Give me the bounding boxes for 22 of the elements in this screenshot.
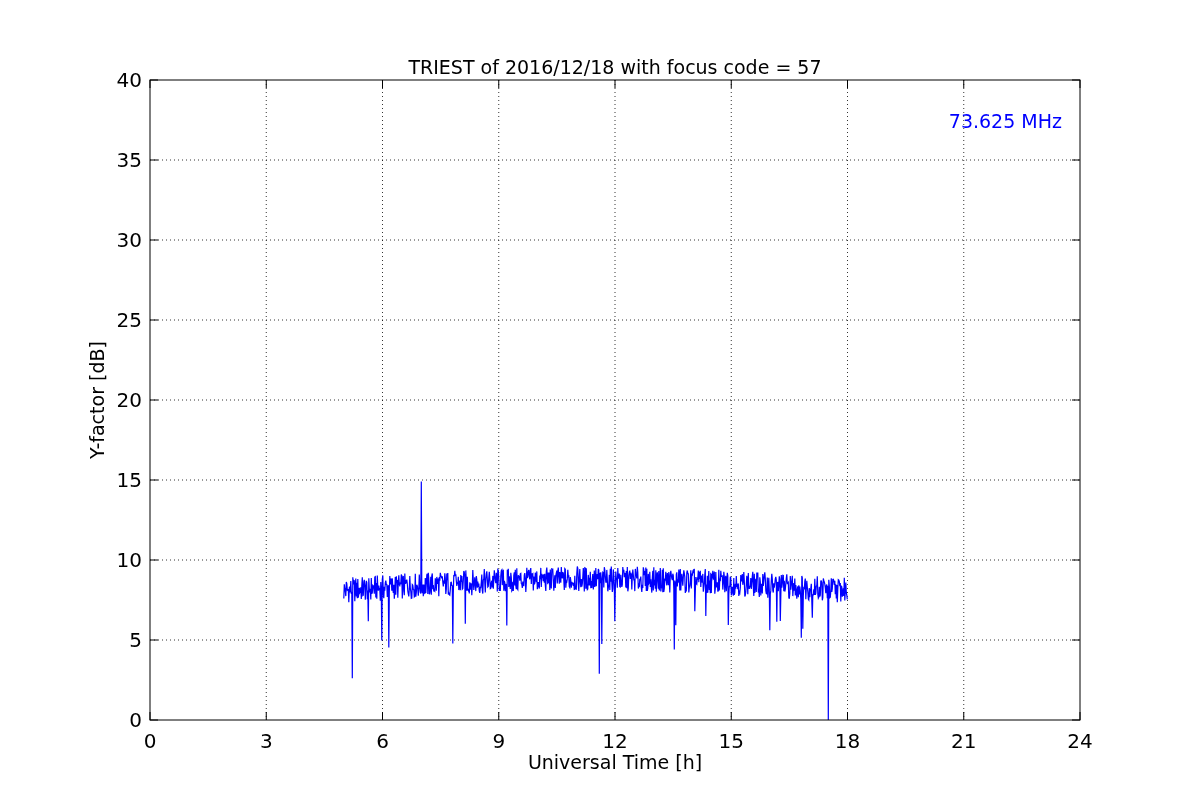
x-tick-label: 12 bbox=[602, 729, 628, 753]
x-tick-label: 18 bbox=[834, 729, 861, 753]
x-tick-label: 24 bbox=[1067, 729, 1093, 753]
chart-title: TRIEST of 2016/12/18 with focus code = 57 bbox=[408, 56, 822, 78]
y-tick-label: 35 bbox=[116, 148, 142, 172]
y-tick-label: 30 bbox=[116, 228, 142, 252]
x-tick-label: 3 bbox=[259, 729, 273, 753]
y-tick-label: 20 bbox=[116, 388, 142, 412]
y-tick-label: 0 bbox=[129, 708, 142, 732]
y-tick-label: 15 bbox=[116, 468, 142, 492]
x-tick-label: 21 bbox=[951, 729, 977, 753]
x-tick-label: 9 bbox=[492, 729, 506, 753]
y-axis-label: Y-factor [dB] bbox=[86, 341, 108, 459]
y-tick-label: 25 bbox=[116, 308, 142, 332]
y-tick-label: 40 bbox=[116, 68, 142, 92]
y-tick-label: 5 bbox=[129, 628, 142, 652]
frequency-label: 73.625 MHz bbox=[948, 110, 1062, 132]
x-tick-label: 0 bbox=[143, 729, 157, 753]
y-tick-label: 10 bbox=[116, 548, 142, 572]
x-tick-label: 6 bbox=[376, 729, 389, 753]
x-tick-label: 15 bbox=[718, 729, 744, 753]
x-axis-label: Universal Time [h] bbox=[527, 751, 703, 773]
